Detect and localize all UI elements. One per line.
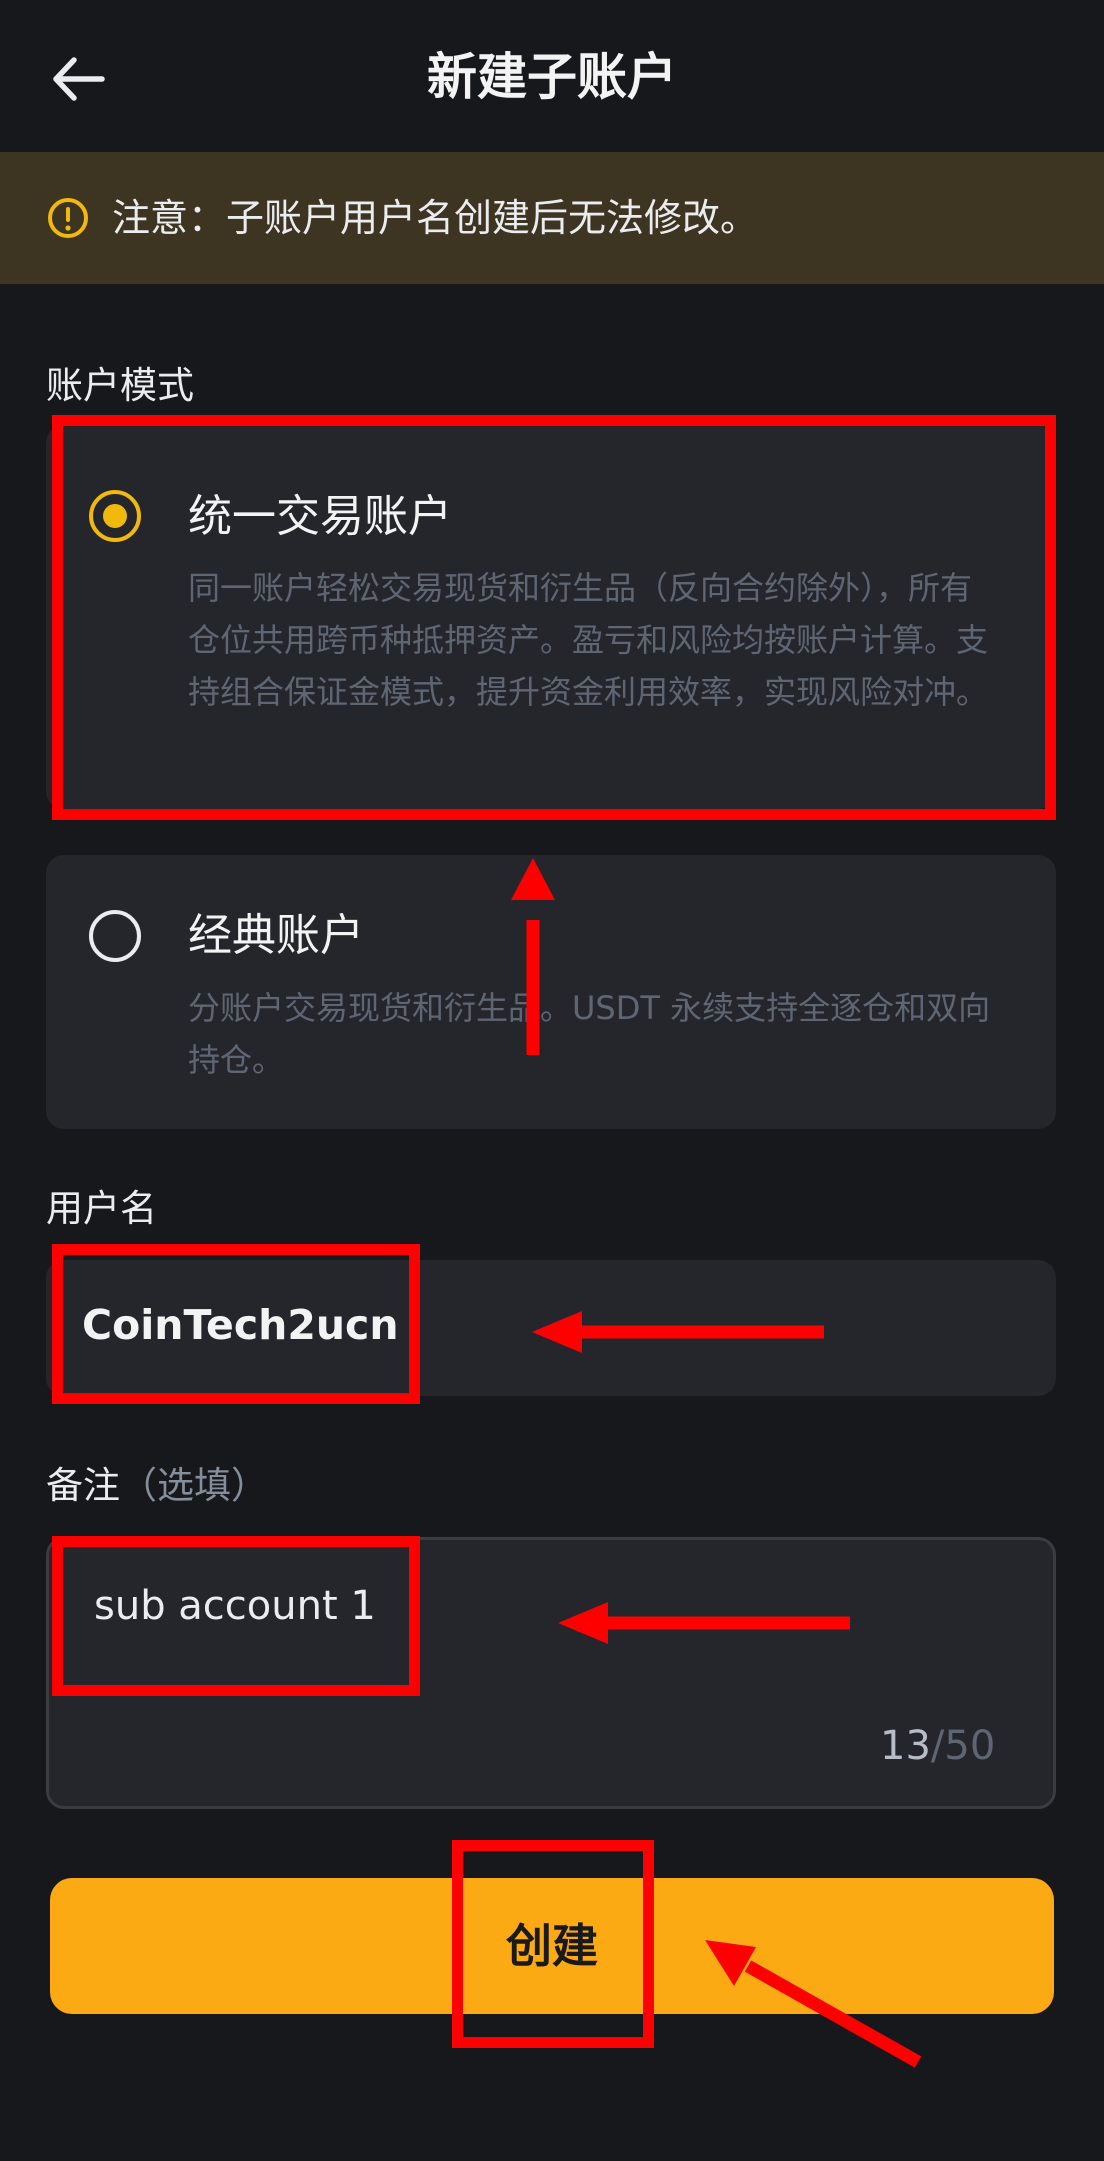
warning-circle-icon — [48, 198, 88, 238]
classic-account-description: 分账户交易现货和衍生品。USDT 永续支持全逐仓和双向持仓。 — [188, 989, 991, 1079]
classic-account-title: 经典账户 — [188, 910, 364, 961]
notice-text: 注意：子账户用户名创建后无法修改。 — [112, 196, 759, 240]
annotation-box-username — [52, 1244, 420, 1404]
remark-label: 备注（选填） — [46, 1460, 268, 1512]
username-label: 用户名 — [46, 1187, 157, 1230]
remark-char-counter: 13/50 — [880, 1718, 995, 1774]
counter-max: /50 — [930, 1723, 996, 1769]
annotation-box-remark — [52, 1536, 420, 1696]
counter-current: 13 — [880, 1723, 931, 1769]
annotation-box-create — [452, 1840, 654, 2048]
classic-account-radio[interactable] — [89, 910, 141, 962]
remark-optional-hint: （选填） — [120, 1464, 268, 1507]
annotation-box-account-mode — [52, 415, 1056, 820]
page-title: 新建子账户 — [427, 48, 677, 106]
account-mode-label: 账户模式 — [46, 364, 194, 407]
remark-label-text: 备注 — [46, 1464, 120, 1507]
